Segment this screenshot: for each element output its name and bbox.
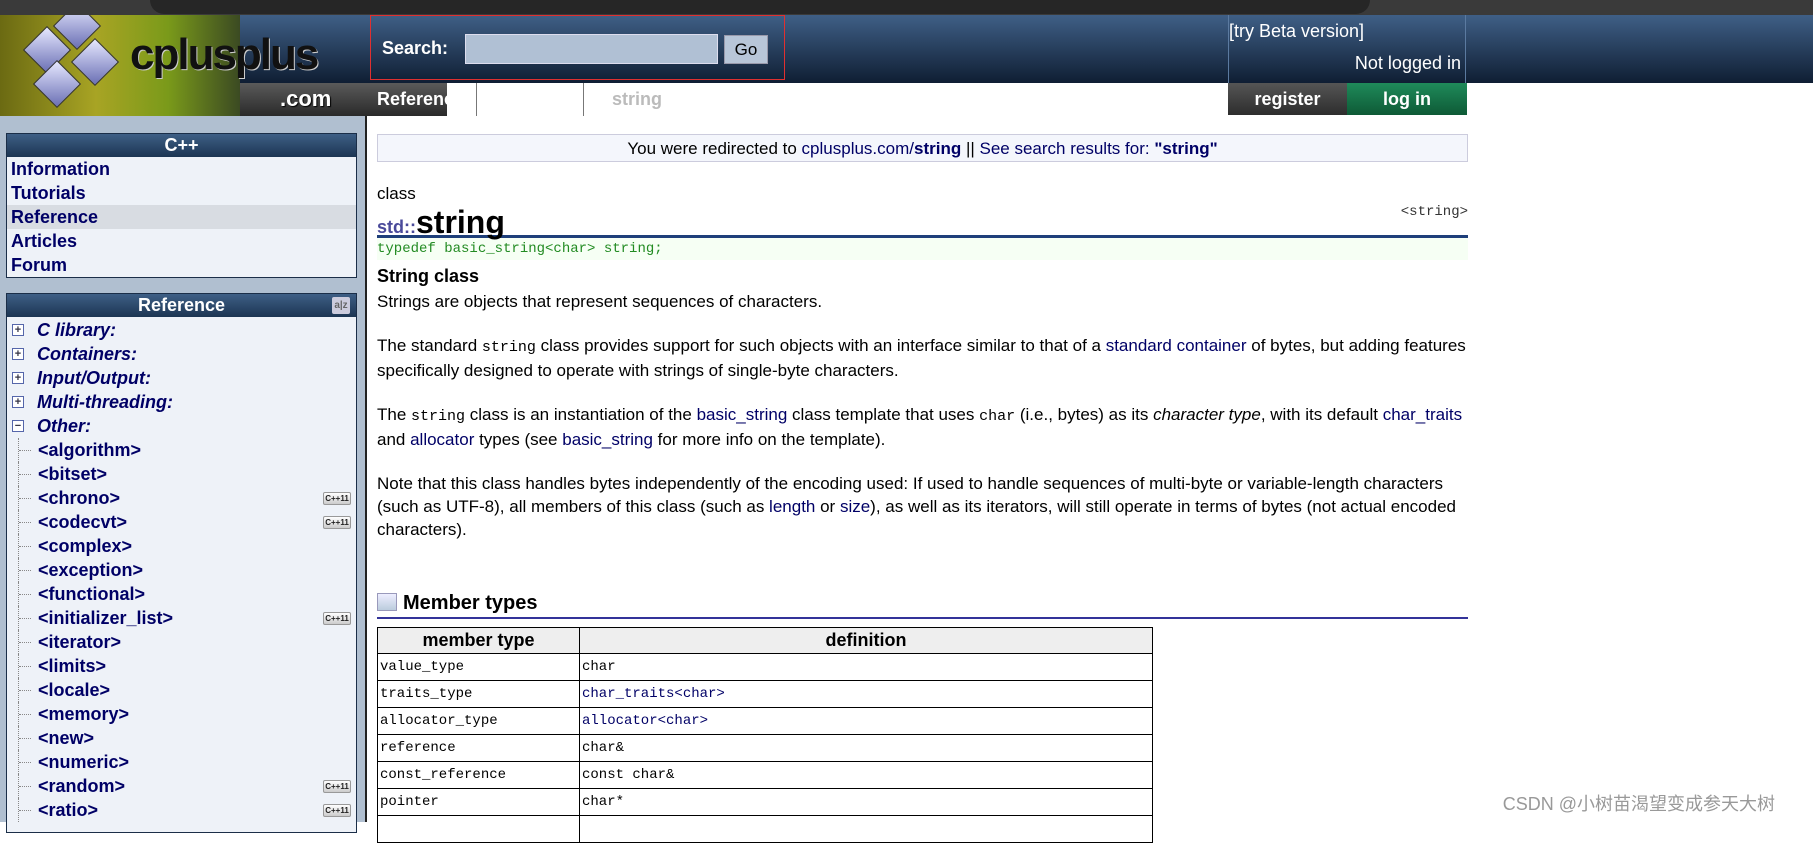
tree-item[interactable]: <chrono> C++11 [7, 486, 356, 510]
section-icon [377, 593, 397, 611]
namespace: std:: [377, 217, 416, 237]
basic-string-link-2[interactable]: basic_string [562, 430, 653, 449]
cpp11-badge-icon: C++11 [323, 780, 351, 793]
sidebar-item-reference[interactable]: Reference [7, 205, 356, 229]
char-traits-link[interactable]: char_traits [1383, 405, 1462, 424]
table-row: allocator_type allocator<char> [377, 707, 1153, 735]
tree-category[interactable]: + Multi-threading: [7, 390, 356, 414]
search-input[interactable] [465, 34, 718, 64]
main-content: You were redirected to cplusplus.com/str… [377, 134, 1468, 562]
tree-item[interactable]: <bitset> [7, 462, 356, 486]
paragraph-4: Note that this class handles bytes indep… [377, 474, 1456, 539]
column-header: definition [579, 627, 1153, 654]
search-label: Search: [382, 38, 449, 58]
tree-category[interactable]: − Other: [7, 414, 356, 438]
search-results-link[interactable]: See search results for: "string" [980, 139, 1218, 158]
redirect-notice: You were redirected to cplusplus.com/str… [377, 134, 1468, 162]
breadcrumb-reference[interactable]: Reference [365, 83, 478, 116]
tree-item[interactable]: <numeric> [7, 750, 356, 774]
tree-category[interactable]: + Input/Output: [7, 366, 356, 390]
paragraph-3: The string class is an instantiation of … [377, 405, 1463, 449]
collapse-icon[interactable]: − [12, 420, 24, 432]
page-title: std::string <string> [377, 204, 1468, 240]
a-z-sort-icon[interactable]: a|z [332, 297, 350, 314]
go-button[interactable]: Go [724, 35, 768, 64]
section-title: String class [377, 266, 480, 286]
member-types-table: member type definition value_type char trai… [377, 627, 1153, 843]
paragraph-2: The standard string class provides suppo… [377, 336, 1466, 380]
tree-category[interactable]: + Containers: [7, 342, 356, 366]
tree-item[interactable]: <iterator> [7, 630, 356, 654]
tree-item[interactable]: <complex> [7, 534, 356, 558]
allocator-link[interactable]: allocator [410, 430, 474, 449]
table-row: value_type char [377, 653, 1153, 681]
basic-string-link[interactable]: basic_string [697, 405, 788, 424]
cpp11-badge-icon: C++11 [323, 804, 351, 817]
standard-container-link[interactable]: standard container [1106, 336, 1247, 355]
expand-icon[interactable]: + [12, 324, 24, 336]
length-link[interactable]: length [769, 497, 815, 516]
tree-item[interactable]: <initializer_list> C++11 [7, 606, 356, 630]
tree-item[interactable]: <memory> [7, 702, 356, 726]
cpp11-badge-icon: C++11 [323, 492, 351, 505]
tree-item[interactable]: <limits> [7, 654, 356, 678]
expand-icon[interactable]: + [12, 396, 24, 408]
tree-item[interactable]: <locale> [7, 678, 356, 702]
column-header: member type [377, 627, 580, 654]
cpp11-badge-icon: C++11 [323, 516, 351, 529]
paragraph-1: Strings are objects that represent seque… [377, 292, 823, 311]
try-beta-link[interactable]: [try Beta version] [1229, 21, 1364, 42]
tree-item[interactable]: <exception> [7, 558, 356, 582]
tree-item[interactable]: <random> C++11 [7, 774, 356, 798]
reference-box-title: Reference [137, 295, 226, 315]
reference-tree: + C library: + Containers: + Input/Output: + Mu… [7, 317, 356, 822]
sidebar-item-information[interactable]: Information [7, 157, 356, 181]
redirect-link[interactable]: cplusplus.com/string [802, 139, 962, 158]
tree-item[interactable]: <algorithm> [7, 438, 356, 462]
table-row: const_reference const char& [377, 761, 1153, 789]
sidebar: C++ Information Tutorials Reference Arti… [0, 116, 367, 833]
table-row: reference char& [377, 734, 1153, 762]
reference-box: Reference a|z + C library: + Containers: + Inp… [6, 293, 357, 833]
tree-item[interactable]: <ratio> C++11 [7, 798, 356, 822]
tree-category[interactable]: + C library: [7, 318, 356, 342]
sidebar-item-forum[interactable]: Forum [7, 253, 356, 277]
header-name: <string> [1400, 204, 1468, 220]
address-bar[interactable] [150, 0, 1370, 14]
tree-item[interactable]: <codecvt> C++11 [7, 510, 356, 534]
cpp-nav-box: C++ Information Tutorials Reference Arti… [6, 133, 357, 278]
typedef-declaration: typedef basic_string<char> string; [377, 238, 1468, 260]
login-button[interactable]: log in [1347, 83, 1467, 115]
expand-icon[interactable]: + [12, 348, 24, 360]
register-button[interactable]: register [1228, 83, 1347, 115]
login-status: Not logged in [1354, 53, 1461, 73]
table-row: pointer char* [377, 788, 1153, 816]
account-panel: [try Beta version] Not logged in [1228, 15, 1466, 83]
sidebar-item-articles[interactable]: Articles [7, 229, 356, 253]
expand-icon[interactable]: + [12, 372, 24, 384]
table-row: traits_type char_traits<char> [377, 680, 1153, 708]
cpp-box-title: C++ [7, 134, 356, 157]
tree-item[interactable]: <functional> [7, 582, 356, 606]
size-link[interactable]: size [840, 497, 870, 516]
watermark: CSDN @小树苗渴望变成参天大树 [1502, 794, 1775, 814]
class-name: string [416, 204, 505, 240]
member-types-heading: Member types [377, 592, 1468, 619]
breadcrumb-string-header[interactable]: <string> [488, 83, 585, 116]
entity-kind: class [377, 184, 416, 203]
sidebar-item-tutorials[interactable]: Tutorials [7, 181, 356, 205]
breadcrumb-current: string [612, 89, 663, 109]
tree-item[interactable]: <new> [7, 726, 356, 750]
logo-text: cplusplus [130, 30, 319, 79]
cpp11-badge-icon: C++11 [323, 612, 351, 625]
logo-domain: .com [280, 86, 332, 111]
